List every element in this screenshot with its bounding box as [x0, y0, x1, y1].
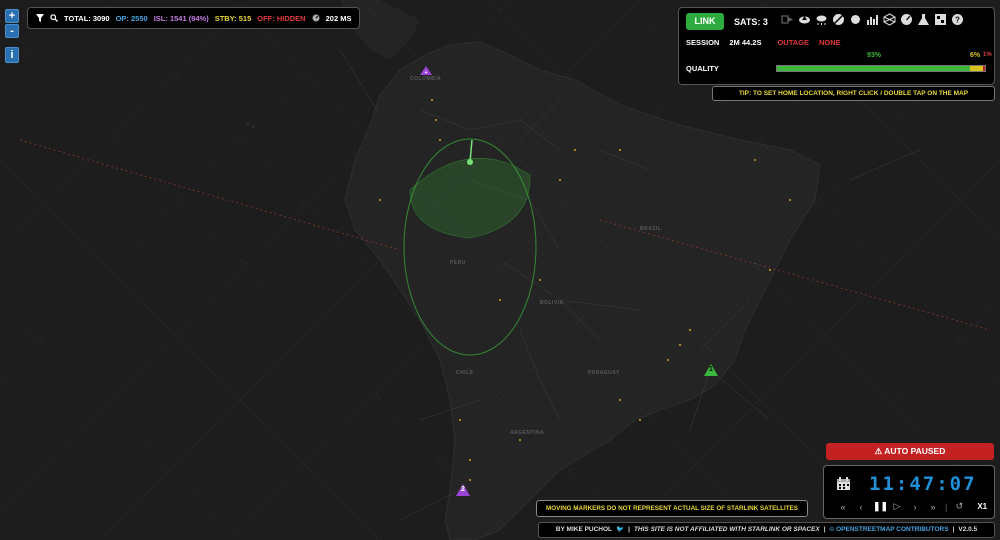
stby-count: STBY: 515 — [214, 13, 252, 23]
calendar-icon[interactable] — [836, 476, 851, 491]
map-label-peru: PERU — [450, 260, 466, 266]
playback-controls: « ‹ ❚❚ ▷ › » | ↺ X1 — [837, 501, 987, 512]
latency-value: 202 MS — [325, 13, 352, 23]
sign-out-icon[interactable] — [781, 13, 794, 26]
weather-icon[interactable] — [815, 13, 828, 26]
toolbar-icons: ? — [781, 13, 964, 26]
footer-separator: | — [823, 526, 826, 533]
version-label: V2.0.5 — [958, 526, 978, 533]
quality-bar-red — [982, 66, 985, 71]
info-button[interactable]: i — [5, 47, 19, 63]
ground-station-label-1: 1 — [709, 366, 713, 373]
notice-message: MOVING MARKERS DO NOT REPRESENT ACTUAL S… — [536, 500, 808, 517]
map-label-chile: CHILE — [456, 370, 474, 376]
svg-text:?: ? — [955, 16, 960, 25]
fast-rewind-icon[interactable]: « — [837, 502, 849, 512]
author-credit[interactable]: BY MIKE PUCHOL — [556, 523, 612, 537]
ground-station-marker-2[interactable]: 2 — [456, 483, 470, 496]
map-label-brazil: BRAZIL — [640, 226, 662, 232]
outage-label: OUTAGE — [777, 38, 809, 47]
link-panel: LINK SATS: 3 ? SESSION 2M 44.2S OUTAGE N… — [678, 7, 995, 85]
map-label-colombia: COLOMBIA — [410, 76, 442, 82]
off-status[interactable]: OFF: HIDDEN — [257, 14, 305, 23]
filter-icon[interactable] — [36, 14, 44, 22]
session-label: SESSION — [686, 38, 720, 47]
quality-label: QUALITY — [686, 64, 719, 73]
auto-paused-label: AUTO PAUSED — [884, 446, 946, 456]
session-row: SESSION 2M 44.2S OUTAGE NONE — [686, 38, 841, 47]
osm-attribution-link[interactable]: © OPENSTREETMAP CONTRIBUTORS — [830, 523, 949, 537]
ground-station-label-2: 2 — [461, 486, 465, 493]
play-icon[interactable]: ▷ — [891, 501, 903, 512]
quality-bar-green — [777, 66, 971, 71]
sun-icon[interactable] — [849, 13, 862, 26]
map-label-bolivia: BOLIVIA — [540, 300, 564, 306]
zoom-out-button[interactable]: - — [5, 24, 19, 38]
reset-time-icon[interactable]: ↺ — [953, 501, 965, 512]
time-panel: 11:47:07 « ‹ ❚❚ ▷ › » | ↺ X1 — [823, 465, 995, 519]
total-count: TOTAL: 3090 — [64, 13, 110, 23]
link-button[interactable]: LINK — [686, 13, 724, 30]
latency-icon — [312, 14, 320, 22]
twitter-icon[interactable]: 🐦 — [616, 523, 624, 537]
controls-separator: | — [945, 501, 948, 512]
satellite-icon[interactable] — [832, 13, 845, 26]
op-count: OP: 2550 — [115, 13, 148, 23]
tracked-satellite-marker — [467, 159, 473, 165]
chart-icon[interactable] — [866, 13, 879, 26]
help-icon[interactable]: ? — [951, 13, 964, 26]
quality-green-percent: 93% — [867, 52, 882, 59]
cloud-upload-icon[interactable] — [798, 13, 811, 26]
quality-bar-yellow — [970, 66, 983, 71]
step-forward-icon[interactable]: › — [909, 502, 921, 512]
map-label-argentina: ARGENTINA — [510, 430, 545, 436]
pause-icon[interactable]: ❚❚ — [873, 501, 888, 512]
disclaimer: THIS SITE IS NOT AFFILIATED WITH STARLIN… — [633, 526, 820, 533]
flask-icon[interactable] — [917, 13, 930, 26]
footer-bar: BY MIKE PUCHOL 🐦 | THIS SITE IS NOT AFFI… — [538, 522, 995, 538]
footer-separator: | — [628, 526, 630, 533]
gauge-icon[interactable] — [900, 13, 913, 26]
session-value: 2M 44.2S — [729, 38, 762, 47]
outage-value: NONE — [818, 38, 841, 47]
quality-yellow-percent: 6% — [970, 52, 981, 59]
isl-count: ISL: 1541 (94%) — [153, 13, 209, 23]
quality-red-percent: 1% — [983, 52, 992, 58]
network-icon[interactable] — [883, 13, 896, 26]
search-icon[interactable] — [50, 14, 58, 22]
calculator-icon[interactable] — [934, 13, 947, 26]
sats-count: SATS: 3 — [734, 17, 768, 27]
ground-station-marker-1[interactable]: 1 — [704, 363, 718, 376]
fast-forward-icon[interactable]: » — [927, 502, 939, 512]
warning-icon: ⚠ — [874, 446, 883, 456]
stats-bar: TOTAL: 3090 OP: 2550 ISL: 1541 (94%) STB… — [27, 7, 361, 29]
tip-message: TIP: TO SET HOME LOCATION, RIGHT CLICK /… — [712, 86, 995, 101]
step-back-icon[interactable]: ‹ — [855, 502, 867, 512]
map-label-paraguay: PARAGUAY — [588, 370, 620, 376]
quality-bar — [776, 65, 986, 72]
zoom-in-button[interactable]: + — [5, 9, 19, 23]
footer-separator: | — [952, 526, 955, 533]
auto-paused-button[interactable]: ⚠ AUTO PAUSED — [826, 443, 994, 460]
clock-display: 11:47:07 — [869, 473, 977, 495]
speed-indicator[interactable]: X1 — [977, 502, 987, 511]
